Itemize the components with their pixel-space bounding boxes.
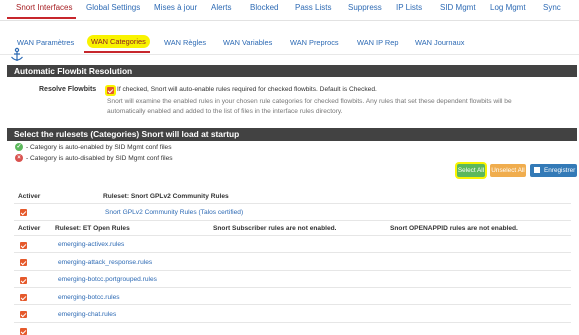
- auto-enabled-legend-icon: ✓: [15, 143, 23, 151]
- tab-blocked[interactable]: Blocked: [250, 3, 278, 12]
- tab-pass-lists[interactable]: Pass Lists: [295, 3, 331, 12]
- et-row-checkbox[interactable]: [20, 242, 27, 249]
- et-rule-link[interactable]: emerging-attack_response.rules: [58, 259, 152, 266]
- tab-ip-lists[interactable]: IP Lists: [396, 3, 422, 12]
- divider: [14, 287, 571, 288]
- gplv2-ruleset-link[interactable]: Snort GPLv2 Community Rules (Talos certi…: [105, 209, 243, 216]
- unselect-all-button[interactable]: Unselect All: [490, 164, 526, 177]
- divider: [14, 220, 571, 221]
- tab-wan-variables[interactable]: WAN Variables: [223, 38, 272, 47]
- et-rule-link[interactable]: emerging-activex.rules: [58, 241, 124, 248]
- tab-wan-preprocs[interactable]: WAN Preprocs: [290, 38, 339, 47]
- tab-global-settings[interactable]: Global Settings: [86, 3, 140, 12]
- tab-wan-ip-rep[interactable]: WAN IP Rep: [357, 38, 398, 47]
- tab-suppress[interactable]: Suppress: [348, 3, 382, 12]
- divider: [14, 252, 571, 253]
- select-all-button[interactable]: Select All: [457, 164, 485, 177]
- active-subtab-indicator: [84, 51, 150, 53]
- tab-sid-mgmt[interactable]: SID Mgmt: [440, 3, 476, 12]
- et-activer-header: Activer: [18, 225, 41, 232]
- save-icon: [534, 167, 540, 173]
- tab-snort-interfaces[interactable]: Snort Interfaces: [16, 3, 72, 12]
- active-tab-indicator: [7, 17, 76, 19]
- sub-tab-bar: WAN Paramètres WAN Categories WAN Règles…: [0, 30, 579, 55]
- et-row-checkbox[interactable]: [20, 328, 27, 335]
- tab-wan-categories[interactable]: WAN Categories: [87, 35, 150, 48]
- openappid-rules-header: Snort OPENAPPID rules are not enabled.: [390, 225, 518, 232]
- gplv2-checkbox[interactable]: [20, 209, 27, 216]
- save-button[interactable]: Enregistrer: [530, 164, 577, 177]
- tab-sync[interactable]: Sync: [543, 3, 561, 12]
- et-row-checkbox[interactable]: [20, 294, 27, 301]
- et-rule-link[interactable]: emerging-botcc.rules: [58, 294, 120, 301]
- resolve-flowbits-description: If checked, Snort will auto-enable rules…: [117, 86, 377, 93]
- auto-enabled-legend-text: - Category is auto-enabled by SID Mgmt c…: [26, 144, 172, 151]
- resolve-flowbits-label: Resolve Flowbits: [39, 86, 97, 93]
- rulesets-panel-heading: Select the rulesets (Categories) Snort w…: [7, 128, 577, 141]
- divider: [14, 270, 571, 271]
- tab-wan-journaux[interactable]: WAN Journaux: [415, 38, 464, 47]
- tab-alerts[interactable]: Alerts: [211, 3, 231, 12]
- auto-disabled-legend-icon: ×: [15, 154, 23, 162]
- divider: [14, 304, 571, 305]
- resolve-flowbits-checkbox[interactable]: [107, 87, 114, 94]
- tab-wan-regles[interactable]: WAN Règles: [164, 38, 206, 47]
- anchor-icon: [11, 47, 23, 61]
- auto-disabled-legend-text: - Category is auto-disabled by SID Mgmt …: [26, 155, 173, 162]
- et-row-checkbox[interactable]: [20, 277, 27, 284]
- et-row-checkbox[interactable]: [20, 311, 27, 318]
- tab-updates[interactable]: Mises à jour: [154, 3, 197, 12]
- tab-log-mgmt[interactable]: Log Mgmt: [490, 3, 526, 12]
- et-row-checkbox[interactable]: [20, 259, 27, 266]
- gplv2-ruleset-header: Ruleset: Snort GPLv2 Community Rules: [103, 193, 229, 200]
- divider: [14, 203, 571, 204]
- flowbit-panel-heading: Automatic Flowbit Resolution: [7, 65, 577, 77]
- save-button-label: Enregistrer: [544, 167, 576, 174]
- et-ruleset-header: Ruleset: ET Open Rules: [55, 225, 130, 232]
- tab-wan-parametres[interactable]: WAN Paramètres: [17, 38, 74, 47]
- divider: [14, 322, 571, 323]
- subscriber-rules-header: Snort Subscriber rules are not enabled.: [213, 225, 337, 232]
- top-tab-bar: Snort Interfaces Global Settings Mises à…: [0, 0, 579, 21]
- et-rule-link[interactable]: emerging-botcc.portgrouped.rules: [58, 276, 157, 283]
- divider: [14, 235, 571, 236]
- gplv2-activer-header: Activer: [18, 193, 41, 200]
- resolve-flowbits-help: Snort will examine the enabled rules in …: [107, 98, 512, 115]
- et-rule-link[interactable]: emerging-chat.rules: [58, 311, 116, 318]
